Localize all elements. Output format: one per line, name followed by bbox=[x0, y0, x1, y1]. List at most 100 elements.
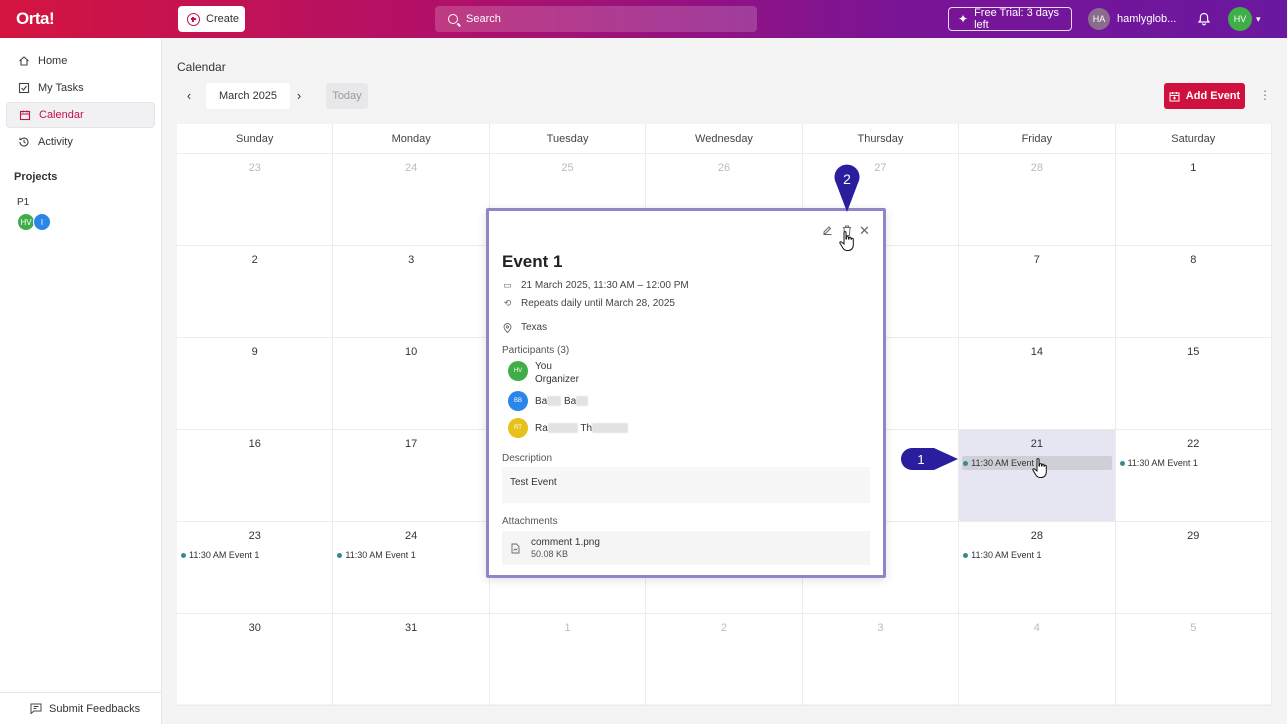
next-month-button[interactable]: › bbox=[291, 88, 307, 104]
participant-name-first: Ba bbox=[535, 395, 548, 407]
event-dot-icon bbox=[1119, 460, 1125, 466]
calendar-day-cell[interactable]: 8 bbox=[1115, 246, 1272, 338]
calendar-event-chip[interactable]: 11:30 AM Event 1 bbox=[962, 548, 1111, 562]
step-marker-1-label: 1 bbox=[917, 452, 924, 467]
calendar-day-cell[interactable]: 28 11:30 AM Event 1 bbox=[959, 522, 1116, 614]
day-number: 2 bbox=[720, 622, 728, 634]
app-logo[interactable]: Orta! bbox=[16, 9, 55, 29]
participant-name-first: Ra bbox=[535, 422, 548, 434]
hand-cursor-icon bbox=[1032, 458, 1047, 478]
day-number: 5 bbox=[1190, 622, 1197, 634]
calendar-day-cell[interactable]: 5 bbox=[1115, 614, 1272, 706]
day-number: 3 bbox=[877, 622, 884, 634]
edit-icon[interactable] bbox=[822, 225, 833, 236]
search-icon bbox=[448, 14, 458, 24]
day-number: 24 bbox=[405, 530, 418, 542]
projects-heading: Projects bbox=[14, 171, 58, 183]
calendar-day-cell[interactable]: 28 bbox=[959, 154, 1116, 246]
sidebar-item-calendar[interactable]: Calendar bbox=[6, 102, 155, 128]
participant-item: RT Ra Th bbox=[508, 418, 629, 438]
redacted-text bbox=[547, 395, 562, 406]
sidebar-item-activity[interactable]: Activity bbox=[6, 129, 155, 155]
checkbox-icon bbox=[18, 82, 30, 94]
project-members: HV I bbox=[17, 213, 51, 231]
participant-name-last: Th bbox=[580, 422, 593, 434]
calendar-day-cell[interactable]: 15 bbox=[1115, 338, 1272, 430]
sidebar-item-label: Activity bbox=[38, 136, 73, 148]
calendar-day-cell[interactable]: 7 bbox=[959, 246, 1116, 338]
calendar-event-chip[interactable]: 11:30 AM Event 1 bbox=[180, 548, 329, 562]
day-number: 16 bbox=[248, 438, 261, 450]
calendar-day-cell[interactable]: 23 bbox=[177, 154, 334, 246]
calendar-day-cell[interactable]: 3 bbox=[333, 246, 490, 338]
free-trial-button[interactable]: ✦ Free Trial: 3 days left bbox=[948, 7, 1072, 31]
day-number: 1 bbox=[1190, 162, 1197, 174]
today-button[interactable]: Today bbox=[326, 83, 368, 109]
calendar-day-cell[interactable]: 4 bbox=[959, 614, 1116, 706]
weekday-header: Monday bbox=[333, 124, 490, 154]
project-item-p1[interactable]: P1 bbox=[17, 197, 29, 208]
day-number: 30 bbox=[248, 622, 261, 634]
attachment-item[interactable]: comment 1.png 50.08 KB bbox=[502, 531, 870, 565]
event-dot-icon bbox=[337, 552, 343, 558]
sidebar-item-label: Calendar bbox=[39, 109, 84, 121]
calendar-day-cell[interactable]: 17 bbox=[333, 430, 490, 522]
calendar-day-cell[interactable]: 10 bbox=[333, 338, 490, 430]
create-button[interactable]: Create bbox=[178, 6, 245, 32]
add-event-button[interactable]: Add Event bbox=[1164, 83, 1245, 109]
calendar-day-cell[interactable]: 1 bbox=[1115, 154, 1272, 246]
home-icon bbox=[19, 56, 29, 66]
step-marker-1: 1 bbox=[901, 448, 958, 470]
sidebar-item-home[interactable]: Home bbox=[6, 48, 155, 74]
day-number: 7 bbox=[1033, 254, 1040, 266]
more-options-icon[interactable]: ⋮ bbox=[1259, 88, 1271, 102]
calendar-day-cell[interactable]: 23 11:30 AM Event 1 bbox=[177, 522, 334, 614]
calendar-day-cell[interactable]: 31 bbox=[333, 614, 490, 706]
calendar-event-chip[interactable]: 11:30 AM Event 1 bbox=[1119, 456, 1268, 470]
calendar-day-cell[interactable]: 14 bbox=[959, 338, 1116, 430]
submit-feedback-button[interactable]: Submit Feedbacks bbox=[0, 692, 162, 724]
day-number: 3 bbox=[408, 254, 415, 266]
workspace-avatar: HA bbox=[1088, 8, 1110, 30]
day-number: 26 bbox=[717, 162, 731, 174]
day-number: 31 bbox=[405, 622, 418, 634]
day-number: 28 bbox=[1030, 530, 1043, 542]
day-number: 25 bbox=[561, 162, 574, 174]
workspace-user-chip[interactable]: HA hamlyglob... bbox=[1088, 8, 1176, 30]
search-input[interactable]: Search bbox=[435, 6, 757, 32]
calendar-day-cell[interactable]: 2 bbox=[646, 614, 803, 706]
participant-name: You bbox=[535, 361, 552, 372]
calendar-day-cell[interactable]: 29 bbox=[1115, 522, 1272, 614]
calendar-day-cell[interactable]: 2 bbox=[177, 246, 334, 338]
history-icon bbox=[19, 137, 29, 147]
calendar-day-cell[interactable]: 24 bbox=[333, 154, 490, 246]
close-icon[interactable]: ✕ bbox=[859, 223, 870, 239]
event-label: 11:30 AM Event 1 bbox=[1127, 458, 1198, 468]
weekday-header: Saturday bbox=[1115, 124, 1272, 154]
month-selector[interactable]: March 2025 bbox=[206, 83, 290, 109]
calendar-day-cell[interactable]: 22 11:30 AM Event 1 bbox=[1115, 430, 1272, 522]
event-description: Test Event bbox=[502, 467, 870, 503]
calendar-day-cell[interactable]: 30 bbox=[177, 614, 334, 706]
calendar-plus-icon bbox=[1169, 91, 1180, 101]
calendar-day-cell[interactable]: 1 bbox=[489, 614, 647, 706]
redacted-text bbox=[576, 395, 589, 406]
day-number: 29 bbox=[1187, 530, 1200, 542]
sidebar-item-my-tasks[interactable]: My Tasks bbox=[6, 75, 155, 101]
day-number: 14 bbox=[1030, 346, 1043, 358]
calendar-day-cell[interactable]: 16 bbox=[177, 430, 334, 522]
sidebar-item-label: Home bbox=[38, 55, 68, 67]
participant-item: BB Ba Ba bbox=[508, 391, 589, 411]
day-number: 4 bbox=[1033, 622, 1040, 634]
user-avatar[interactable]: HV bbox=[1228, 7, 1252, 31]
event-label: 11:30 AM Event 1 bbox=[189, 550, 260, 560]
bell-icon[interactable] bbox=[1197, 12, 1211, 26]
calendar-day-cell[interactable]: 24 11:30 AM Event 1 bbox=[333, 522, 490, 614]
chevron-down-icon[interactable]: ▾ bbox=[1256, 14, 1261, 25]
prev-month-button[interactable]: ‹ bbox=[181, 88, 197, 104]
plus-circle-icon bbox=[187, 12, 200, 26]
calendar-event-chip[interactable]: 11:30 AM Event 1 bbox=[336, 548, 485, 562]
calendar-day-cell[interactable]: 3 bbox=[802, 614, 960, 706]
event-location-row: Texas bbox=[503, 322, 547, 333]
calendar-day-cell[interactable]: 9 bbox=[177, 338, 334, 430]
